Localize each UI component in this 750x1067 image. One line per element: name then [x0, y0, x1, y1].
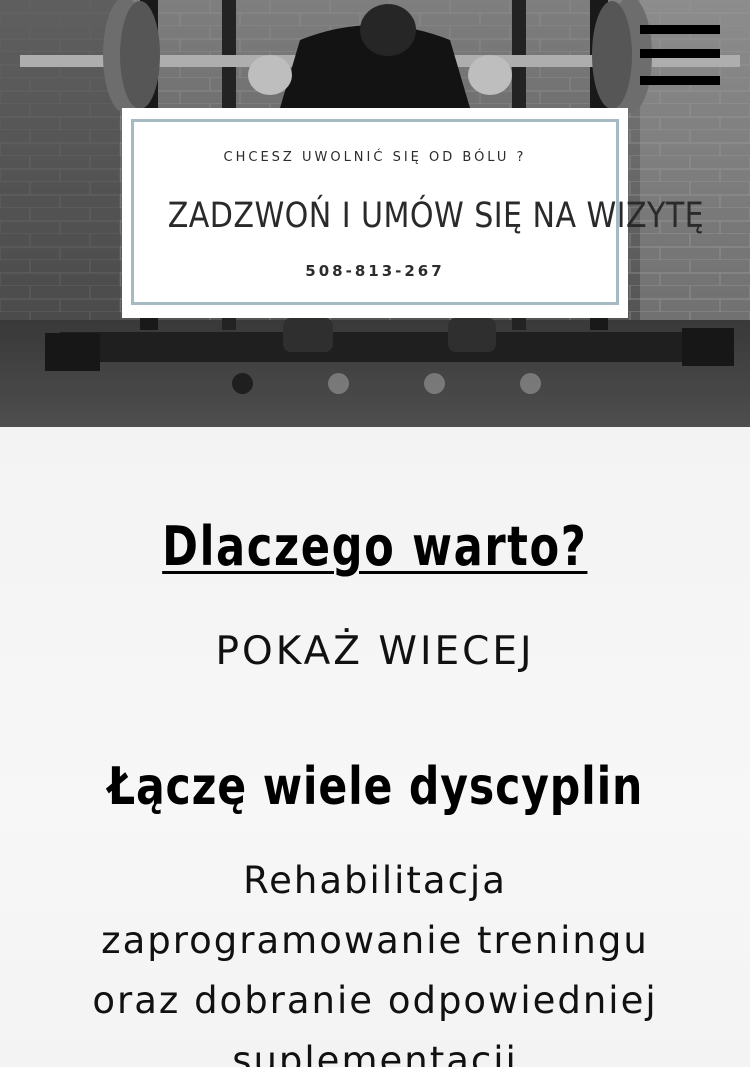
description-line: oraz dobranie odpowiedniej [92, 979, 658, 1022]
section-heading: Dlaczego warto? [0, 515, 750, 578]
slider-dot-4[interactable] [520, 373, 541, 394]
hamburger-bar [640, 76, 720, 85]
sub-heading: Łączę wiele dyscyplin [0, 757, 750, 817]
description-line: zaprogramowanie treningu [101, 919, 649, 962]
description: Rehabilitacja zaprogramowanie treningu o… [0, 851, 750, 1067]
hamburger-menu-icon[interactable] [640, 25, 720, 85]
slider-dot-3[interactable] [424, 373, 445, 394]
promo-headline: ZADZWOŃ I UMÓW SIĘ NA WIZYTĘ [167, 196, 705, 236]
main-content: Dlaczego warto? POKAŻ WIECEJ Łączę wiele… [0, 427, 750, 1067]
hamburger-bar [640, 25, 720, 34]
promo-card[interactable]: CHCESZ UWOLNIĆ SIĘ OD BÓLU ? ZADZWOŃ I U… [122, 108, 705, 318]
hamburger-bar [640, 49, 720, 58]
description-line: Rehabilitacja [243, 859, 507, 902]
description-line: suplementacji [232, 1039, 518, 1067]
section-heading-text[interactable]: Dlaczego warto? [162, 515, 587, 578]
slider-dot-2[interactable] [328, 373, 349, 394]
promo-phone-number[interactable]: 508-813-267 [134, 262, 616, 280]
promo-card-frame: CHCESZ UWOLNIĆ SIĘ OD BÓLU ? ZADZWOŃ I U… [131, 119, 705, 305]
sub-heading-text: Łączę wiele dyscyplin [107, 757, 643, 817]
slider-dot-1[interactable] [232, 373, 253, 394]
promo-kicker: CHCESZ UWOLNIĆ SIĘ OD BÓLU ? [223, 150, 527, 165]
show-more-button[interactable]: POKAŻ WIECEJ [0, 629, 750, 674]
hero-slider: CHCESZ UWOLNIĆ SIĘ OD BÓLU ? ZADZWOŃ I U… [0, 0, 750, 427]
